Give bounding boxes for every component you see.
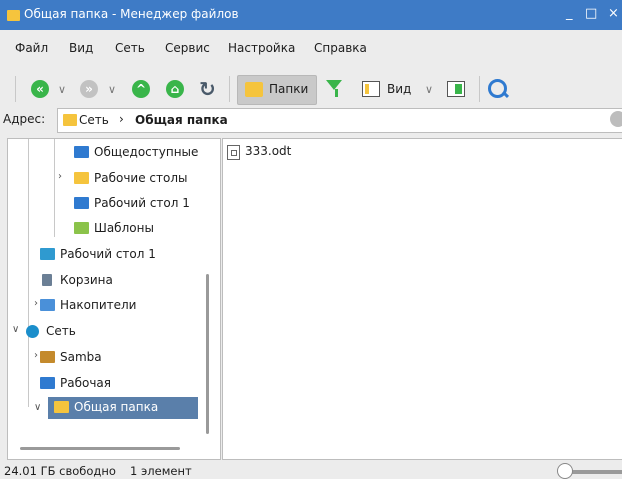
- home-icon[interactable]: ⌂: [166, 80, 184, 98]
- trash-icon: [42, 274, 52, 286]
- view-label[interactable]: Вид: [387, 82, 411, 96]
- address-field[interactable]: Сеть › Общая папка: [57, 108, 622, 133]
- address-bar: Адрес: Сеть › Общая папка: [0, 107, 622, 133]
- up-arrow-icon[interactable]: ^: [132, 80, 150, 98]
- refresh-icon[interactable]: ↻: [199, 77, 216, 101]
- go-button[interactable]: [610, 111, 622, 127]
- samba-icon: [40, 351, 55, 363]
- status-bar: 24.01 ГБ свободно 1 элемент: [0, 460, 622, 479]
- toolbar: « ∨ » ∨ ^ ⌂ ↻ Папки Вид ∨: [0, 72, 622, 106]
- folders-toggle-button[interactable]: Папки: [237, 75, 317, 105]
- folder-tree: Общедоступные › Рабочие столы Рабочий ст…: [7, 138, 221, 460]
- zoom-slider-handle[interactable]: [557, 463, 573, 479]
- folder-icon: [54, 401, 69, 413]
- menu-help[interactable]: Справка: [314, 41, 367, 55]
- drive-icon: [40, 299, 55, 311]
- menu-view[interactable]: Вид: [69, 41, 93, 55]
- toolbar-separator: [479, 76, 480, 102]
- expand-arrow-icon[interactable]: ›: [58, 171, 62, 182]
- tree-item-shared-folder[interactable]: Общая папка: [48, 397, 198, 419]
- back-arrow-icon[interactable]: «: [31, 80, 49, 98]
- back-dropdown-chevron-icon[interactable]: ∨: [58, 83, 66, 96]
- folder-icon: [74, 146, 89, 158]
- breadcrumb-network[interactable]: Сеть: [79, 113, 109, 127]
- window-title: Общая папка - Менеджер файлов: [24, 7, 239, 21]
- folder-icon: [40, 377, 55, 389]
- forward-arrow-icon[interactable]: »: [80, 80, 98, 98]
- expand-arrow-icon[interactable]: ›: [34, 350, 38, 361]
- menu-network[interactable]: Сеть: [115, 41, 145, 55]
- filter-icon-stem: [335, 89, 338, 97]
- preview-pane-icon[interactable]: [447, 81, 465, 97]
- document-icon: [227, 145, 240, 160]
- maximize-button[interactable]: □: [585, 6, 597, 21]
- folder-icon: [245, 82, 263, 97]
- toolbar-separator: [229, 76, 230, 102]
- view-dropdown-chevron-icon[interactable]: ∨: [425, 83, 433, 96]
- address-label: Адрес:: [3, 112, 46, 126]
- search-icon-handle: [501, 90, 510, 99]
- breadcrumb-current[interactable]: Общая папка: [135, 113, 228, 127]
- minimize-button[interactable]: _: [566, 6, 573, 21]
- folder-icon: [74, 172, 89, 184]
- collapse-arrow-icon[interactable]: ∨: [12, 324, 19, 335]
- view-mode-icon[interactable]: [362, 81, 380, 97]
- desktop-icon: [74, 197, 89, 209]
- tree-line: [28, 139, 29, 327]
- tree-line: [54, 139, 55, 237]
- forward-dropdown-chevron-icon[interactable]: ∨: [108, 83, 116, 96]
- breadcrumb-separator: ›: [119, 112, 124, 126]
- filter-icon[interactable]: [326, 80, 342, 90]
- folder-icon: [63, 114, 77, 126]
- expand-arrow-icon[interactable]: ›: [34, 298, 38, 309]
- desktop-icon: [40, 248, 55, 260]
- file-name: 333.odt: [245, 144, 292, 158]
- close-button[interactable]: ×: [608, 6, 619, 21]
- tree-line: [28, 327, 29, 407]
- folder-icon: [7, 10, 20, 21]
- folders-label: Папки: [269, 82, 309, 96]
- free-space: 24.01 ГБ свободно: [4, 464, 116, 478]
- menu-bar: Файл Вид Сеть Сервис Настройка Справка: [0, 41, 622, 63]
- toolbar-separator: [15, 76, 16, 102]
- title-bar: Общая папка - Менеджер файлов _ □ ×: [0, 0, 622, 30]
- network-icon: [26, 325, 39, 338]
- item-count: 1 элемент: [130, 464, 192, 478]
- horizontal-scrollbar[interactable]: [20, 447, 180, 450]
- vertical-scrollbar[interactable]: [206, 274, 209, 434]
- menu-settings[interactable]: Настройка: [228, 41, 295, 55]
- menu-service[interactable]: Сервис: [165, 41, 210, 55]
- file-list: 333.odt: [222, 138, 622, 460]
- menu-file[interactable]: Файл: [15, 41, 48, 55]
- folder-icon: [74, 222, 89, 234]
- collapse-arrow-icon[interactable]: ∨: [34, 402, 41, 413]
